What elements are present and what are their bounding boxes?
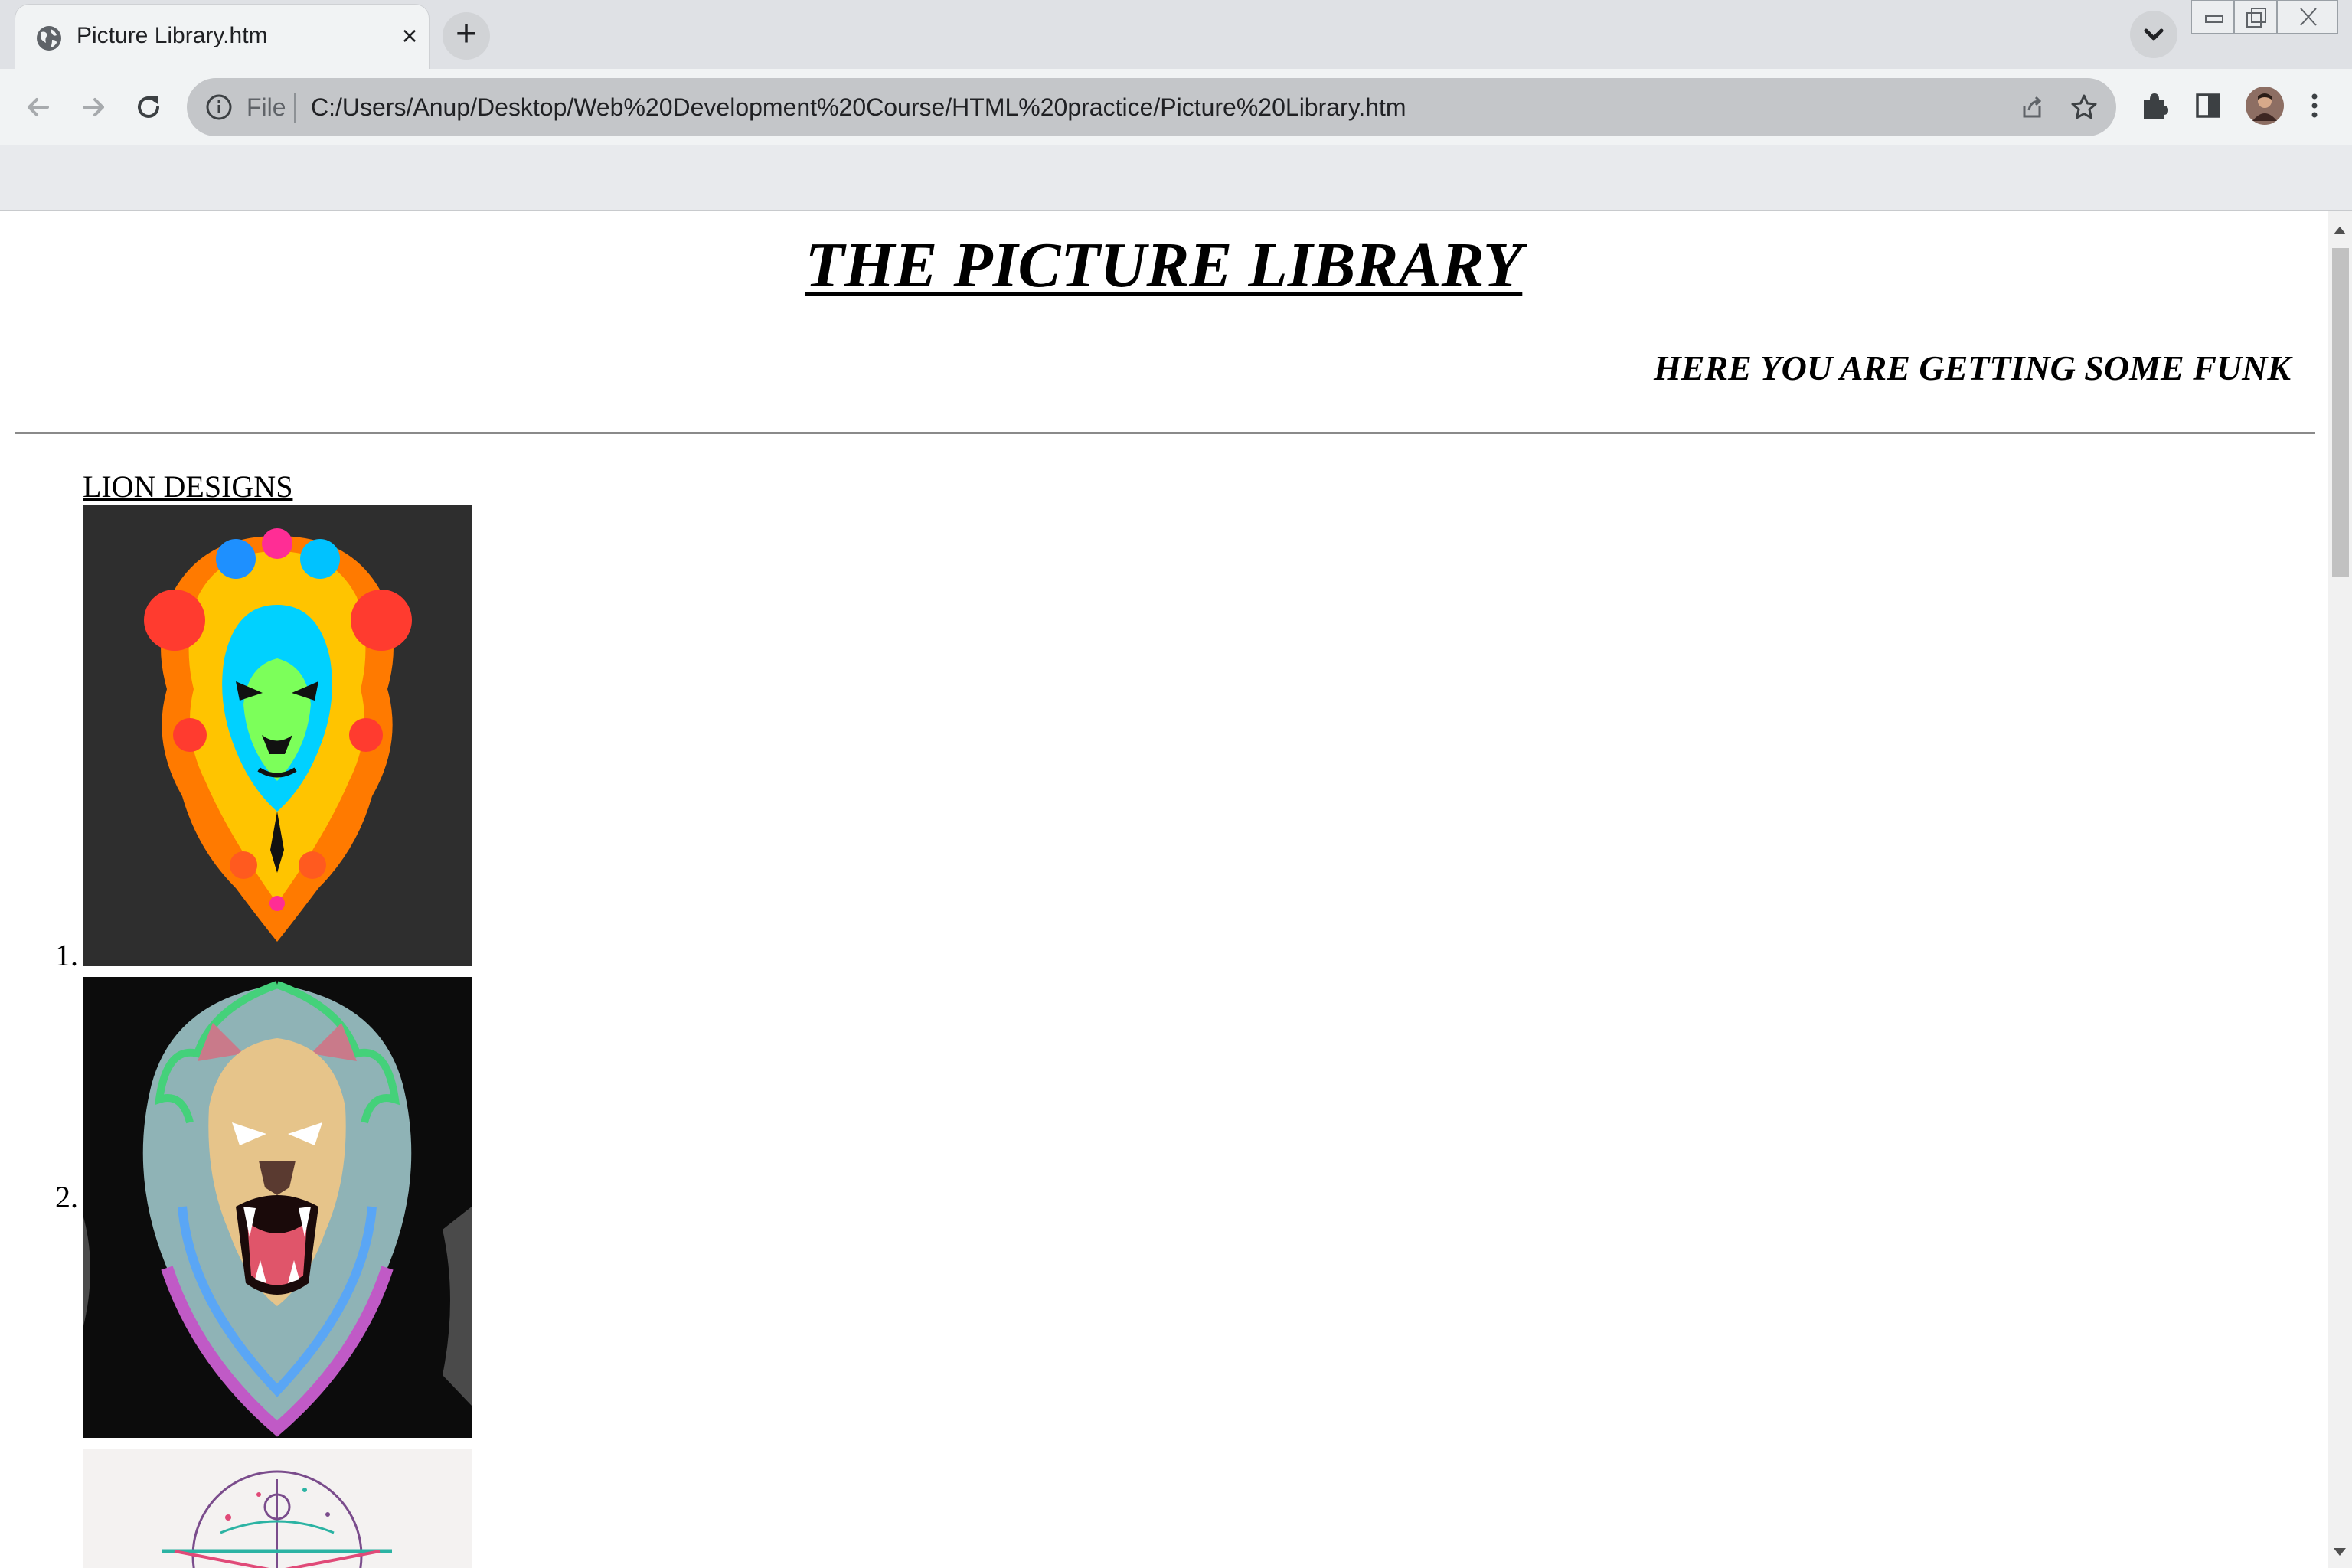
reload-icon[interactable] <box>127 86 170 129</box>
bookmarks-bar <box>0 145 2352 211</box>
navigation-toolbar: File C:/Users/Anup/Desktop/Web%20Develop… <box>0 69 2352 145</box>
puzzle-icon[interactable] <box>2138 89 2171 122</box>
scrollbar-thumb[interactable] <box>2332 248 2349 577</box>
scroll-down-arrow[interactable] <box>2334 1548 2346 1556</box>
side-panel-icon[interactable] <box>2191 89 2225 122</box>
section-heading: LION DESIGNS <box>83 469 293 504</box>
page-content: THE PICTURE LIBRARY HERE YOU ARE GETTING… <box>0 211 2328 1568</box>
vertical-scrollbar[interactable] <box>2328 211 2352 1568</box>
close-window-button[interactable] <box>2277 0 2338 34</box>
forward-icon[interactable] <box>72 86 115 129</box>
horizontal-rule <box>15 432 2315 434</box>
scroll-up-arrow[interactable] <box>2334 227 2346 234</box>
star-icon[interactable] <box>2069 92 2099 122</box>
colorful-paint-splash-lion-image <box>83 505 472 966</box>
close-icon[interactable]: × <box>392 18 427 54</box>
page-subtitle: HERE YOU ARE GETTING SOME FUNK <box>1654 348 2291 387</box>
minimize-button[interactable] <box>2191 0 2234 34</box>
chevron-down-icon[interactable] <box>2130 11 2177 58</box>
plus-icon[interactable]: + <box>443 12 490 60</box>
geometric-lion-image-partial <box>83 1449 472 1568</box>
restore-button[interactable] <box>2234 0 2277 34</box>
angry-roaring-lion-tshirt-image <box>83 977 472 1438</box>
list-item-number: 2. <box>55 1180 78 1214</box>
share-icon[interactable] <box>2017 92 2047 122</box>
page-title-text: THE PICTURE LIBRARY <box>805 230 1523 301</box>
globe-icon <box>37 26 61 51</box>
browser-chrome: Picture Library.htm × + File C:/Users/An… <box>0 0 2352 211</box>
info-icon[interactable] <box>204 92 234 122</box>
kebab-menu-icon[interactable] <box>2303 89 2326 122</box>
url-text[interactable]: C:/Users/Anup/Desktop/Web%20Development%… <box>311 93 1406 122</box>
active-tab[interactable]: Picture Library.htm × <box>15 5 429 69</box>
scheme-label: File <box>247 93 286 121</box>
tab-strip: Picture Library.htm × + <box>0 0 2352 69</box>
back-icon[interactable] <box>17 86 60 129</box>
omnibox-divider <box>294 93 296 122</box>
list-item-number: 1. <box>55 938 78 972</box>
tab-title: Picture Library.htm <box>77 23 268 48</box>
page-title: THE PICTURE LIBRARY <box>0 228 2328 302</box>
avatar[interactable] <box>2245 86 2285 126</box>
address-bar[interactable]: File C:/Users/Anup/Desktop/Web%20Develop… <box>187 78 2116 136</box>
